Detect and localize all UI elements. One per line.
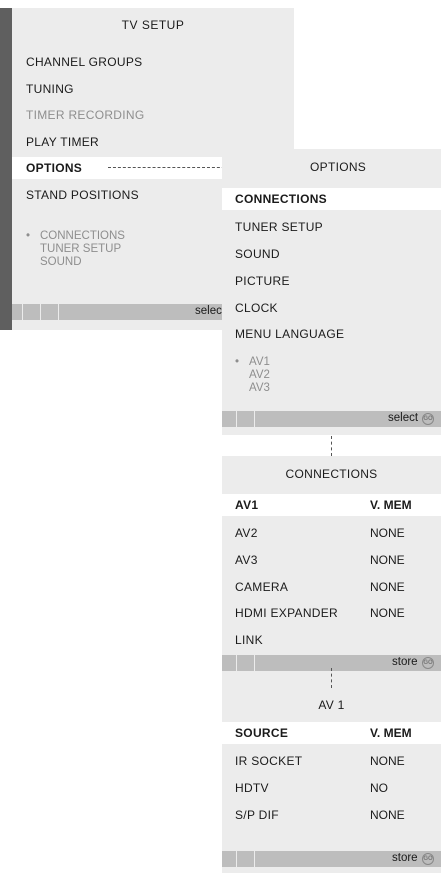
row-hdtv-value[interactable]: NO (370, 781, 388, 795)
go-button-icon[interactable]: GO (422, 413, 434, 425)
menu-item-tuning[interactable]: TUNING (26, 82, 74, 96)
submenu-preview-sound: SOUND (40, 256, 82, 268)
row-av3-label[interactable]: AV3 (235, 553, 258, 567)
connections-menu: CONNECTIONS AV1 V. MEM AV2 NONE AV3 NONE… (222, 456, 441, 704)
row-ir-socket-value[interactable]: NONE (370, 754, 405, 768)
row-ir-socket-label[interactable]: IR SOCKET (235, 754, 302, 768)
submenu-bullet: • (26, 230, 31, 242)
footer-hint-select: select (195, 305, 226, 317)
av1-title: AV 1 (318, 698, 345, 712)
menu-item-sound[interactable]: SOUND (235, 247, 280, 261)
row-av3-value[interactable]: NONE (370, 553, 405, 567)
submenu-preview-av2: AV2 (249, 369, 270, 381)
menu-item-connections[interactable]: CONNECTIONS (235, 192, 327, 206)
row-hdtv-label[interactable]: HDTV (235, 781, 269, 795)
row-link-label[interactable]: LINK (235, 633, 263, 647)
menu-footer: select GO (222, 411, 441, 427)
go-button-icon[interactable]: GO (422, 853, 434, 865)
submenu-preview-tuner-setup: TUNER SETUP (40, 243, 122, 255)
menu-item-options[interactable]: OPTIONS (26, 161, 82, 175)
menu-item-tuner-setup[interactable]: TUNER SETUP (235, 220, 323, 234)
menu-footer: store GO (222, 851, 441, 867)
submenu-preview-connections: CONNECTIONS (40, 230, 125, 242)
options-menu: OPTIONS CONNECTIONS TUNER SETUP SOUND PI… (222, 149, 441, 435)
footer-hint-store: store (392, 852, 418, 864)
row-av2-label[interactable]: AV2 (235, 526, 258, 540)
row-av1-value[interactable]: V. MEM (370, 498, 412, 512)
menu-item-stand-positions[interactable]: STAND POSITIONS (26, 188, 139, 202)
options-title: OPTIONS (310, 160, 367, 174)
menu-item-clock[interactable]: CLOCK (235, 301, 278, 315)
menu-item-channel-groups[interactable]: CHANNEL GROUPS (26, 55, 142, 69)
row-hdmi-expander-value[interactable]: NONE (370, 606, 405, 620)
submenu-preview-av3: AV3 (249, 382, 270, 394)
connections-connector-line (331, 436, 332, 456)
menu-item-menu-language[interactable]: MENU LANGUAGE (235, 327, 344, 341)
row-spdif-value[interactable]: NONE (370, 808, 405, 822)
row-spdif-label[interactable]: S/P DIF (235, 808, 279, 822)
go-button-icon[interactable]: GO (422, 657, 434, 669)
row-hdmi-expander-label[interactable]: HDMI EXPANDER (235, 606, 338, 620)
row-av1-label[interactable]: AV1 (235, 498, 258, 512)
row-camera-value[interactable]: NONE (370, 580, 405, 594)
submenu-preview-av1: AV1 (249, 356, 270, 368)
connections-title: CONNECTIONS (285, 467, 378, 481)
tv-setup-title: TV SETUP (121, 18, 185, 32)
row-source-label[interactable]: SOURCE (235, 726, 288, 740)
av1-menu: AV 1 SOURCE V. MEM IR SOCKET NONE HDTV N… (222, 688, 441, 873)
submenu-bullet: • (235, 356, 240, 368)
av1-connector-line (331, 668, 332, 688)
menu-item-timer-recording[interactable]: TIMER RECORDING (26, 108, 145, 122)
footer-hint-select: select (388, 412, 419, 424)
row-source-value[interactable]: V. MEM (370, 726, 412, 740)
menu-item-picture[interactable]: PICTURE (235, 274, 290, 288)
row-camera-label[interactable]: CAMERA (235, 580, 288, 594)
footer-hint-store: store (392, 656, 418, 668)
row-av2-value[interactable]: NONE (370, 526, 405, 540)
menu-item-play-timer[interactable]: PLAY TIMER (26, 135, 99, 149)
